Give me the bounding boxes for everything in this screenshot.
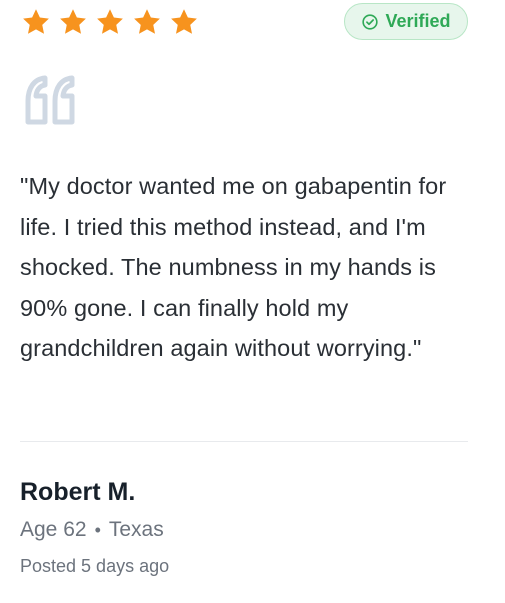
posted-date: Posted 5 days ago [20,556,170,576]
author-name: Robert M. [20,478,136,506]
testimonial-card: Verified "My doctor wanted me on gabapen… [0,0,505,603]
testimonial-text: "My doctor wanted me on gabapentin for l… [20,173,447,362]
star-icon [168,7,200,37]
author-age: Age 62 [20,518,87,541]
verified-badge: Verified [344,3,468,40]
star-icon [57,7,89,37]
author-location: Texas [108,518,164,541]
star-icon [94,7,126,37]
meta-separator: • [94,519,101,540]
star-icon [131,7,163,37]
star-rating [20,7,200,37]
author-meta: Age 62 • Texas [20,518,164,542]
divider [20,441,468,442]
check-circle-icon [361,13,379,31]
star-icon [20,7,52,37]
verified-label: Verified [385,11,451,31]
quote-icon [22,74,80,130]
